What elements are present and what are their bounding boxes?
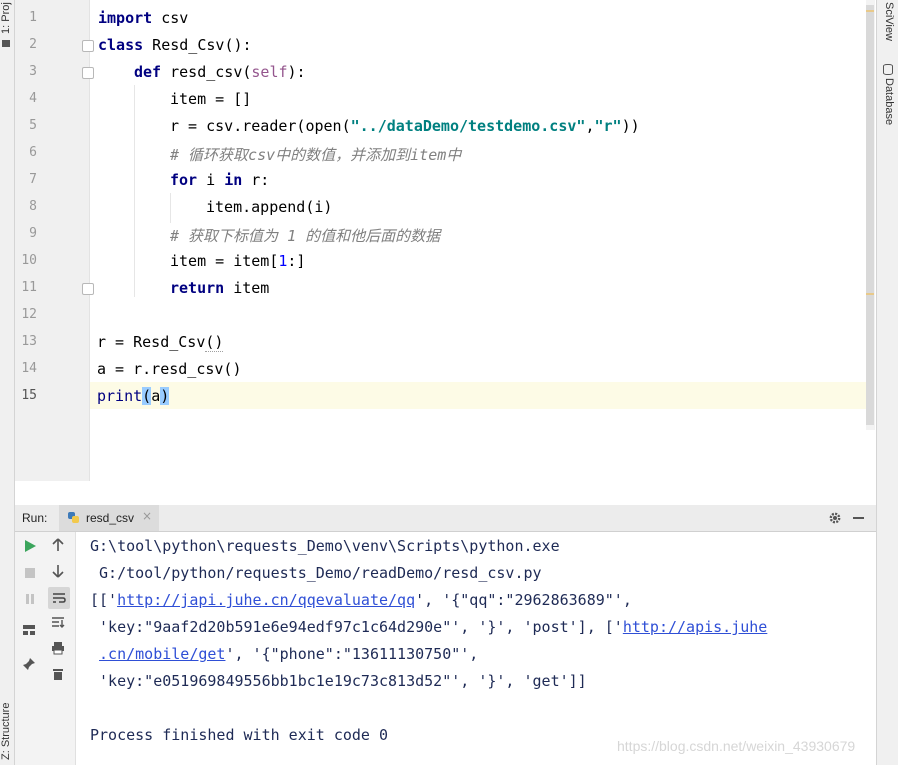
line-number: 8 — [29, 199, 37, 214]
error-stripe-mark[interactable] — [866, 10, 874, 12]
code-line-11: return item — [170, 279, 270, 297]
line-number: 11 — [21, 280, 37, 295]
close-icon[interactable]: × — [142, 509, 152, 523]
gear-icon[interactable] — [828, 511, 842, 525]
fold-marker-end[interactable] — [82, 283, 94, 295]
code-line-13: r = Resd_Csv() — [97, 333, 224, 352]
run-label: Run: — [22, 511, 48, 525]
line-number: 10 — [21, 253, 37, 268]
left-tool-strip: 1: Proj Z: Structure — [0, 0, 15, 765]
fold-marker-def[interactable] — [82, 67, 94, 79]
minus-icon[interactable] — [853, 517, 864, 519]
line-number: 3 — [29, 64, 37, 79]
line-number: 6 — [29, 145, 37, 160]
stop-icon[interactable] — [23, 566, 37, 580]
database-tool-tab[interactable]: Database — [883, 78, 895, 125]
output-line: G:/tool/python/requests_Demo/readDemo/re… — [90, 564, 542, 582]
output-line: G:\tool\python\requests_Demo\venv\Script… — [90, 537, 560, 555]
structure-tool-tab[interactable]: Z: Structure — [0, 703, 12, 760]
editor-scrollbar-thumb[interactable] — [866, 5, 874, 425]
error-stripe-mark[interactable] — [866, 293, 874, 295]
output-link[interactable]: http://japi.juhe.cn/qqevaluate/qq — [117, 591, 415, 609]
code-line-3: def resd_csv(self): — [134, 63, 306, 81]
line-number: 2 — [29, 37, 37, 52]
code-line-7: for i in r: — [170, 171, 270, 189]
current-line-highlight — [90, 382, 866, 409]
output-line: 'key:"9aaf2d20b591e6e94edf97c1c64d290e"'… — [90, 618, 768, 636]
process-finished-line: Process finished with exit code 0 — [90, 726, 389, 744]
line-number: 5 — [29, 118, 37, 133]
indent-guide — [170, 193, 171, 223]
python-file-icon — [68, 512, 79, 523]
code-line-15: print(a) — [97, 387, 170, 405]
project-tool-tab[interactable]: 1: Proj — [0, 2, 12, 34]
pin-icon[interactable] — [22, 657, 36, 671]
print-icon[interactable] — [51, 641, 65, 655]
code-line-14: a = r.resd_csv() — [97, 360, 242, 378]
output-link[interactable]: http://apis.juhe — [623, 618, 768, 636]
code-comment-6: # 循环获取csv中的数值，并添加到item中 — [170, 146, 462, 164]
fold-marker-class[interactable] — [82, 40, 94, 52]
code-line-5: r = csv.reader(open("../dataDemo/testdem… — [170, 117, 640, 135]
code-comment-9: # 获取下标值为 1 的值和他后面的数据 — [170, 227, 441, 245]
line-number: 13 — [21, 334, 37, 349]
layout-icon[interactable] — [22, 623, 36, 637]
output-line: [['http://japi.juhe.cn/qqevaluate/qq', '… — [90, 591, 632, 609]
right-tool-strip: SciView Database — [876, 0, 898, 765]
soft-wrap-toggle[interactable] — [48, 587, 70, 609]
code-line-1: import csv — [98, 9, 189, 27]
output-line: .cn/mobile/get', '{"phone":"13611130750"… — [99, 645, 479, 663]
watermark: https://blog.csdn.net/weixin_43930679 — [617, 738, 856, 754]
line-number: 14 — [21, 361, 37, 376]
line-number-current: 15 — [21, 388, 37, 403]
rerun-icon[interactable] — [23, 539, 37, 553]
database-icon — [883, 64, 893, 75]
pause-icon[interactable] — [23, 592, 37, 606]
line-number: 9 — [29, 226, 37, 241]
soft-wrap-icon — [53, 593, 66, 603]
code-line-10: item = item[1:] — [170, 252, 306, 270]
run-tab[interactable]: resd_csv × — [59, 505, 159, 531]
output-line: 'key:"e051969849556bb1bc1e19c73c813d52"'… — [90, 672, 587, 690]
code-line-8: item.append(i) — [206, 198, 333, 216]
indent-guide — [134, 85, 135, 297]
trash-icon[interactable] — [51, 667, 65, 681]
line-number: 12 — [21, 307, 37, 322]
arrow-down-icon[interactable] — [51, 564, 65, 578]
run-tab-label: resd_csv — [86, 511, 135, 525]
sciview-tool-tab[interactable]: SciView — [883, 2, 895, 41]
line-number: 1 — [29, 10, 37, 25]
line-number: 4 — [29, 91, 37, 106]
code-line-4: item = [] — [170, 90, 252, 108]
code-line-2: class Resd_Csv(): — [98, 36, 252, 54]
arrow-up-icon[interactable] — [51, 538, 65, 552]
scroll-to-end-icon[interactable] — [51, 615, 65, 629]
line-number: 7 — [29, 172, 37, 187]
folder-icon — [2, 40, 10, 47]
output-link[interactable]: .cn/mobile/get — [99, 645, 225, 663]
run-panel-header: Run: resd_csv × — [15, 505, 876, 532]
